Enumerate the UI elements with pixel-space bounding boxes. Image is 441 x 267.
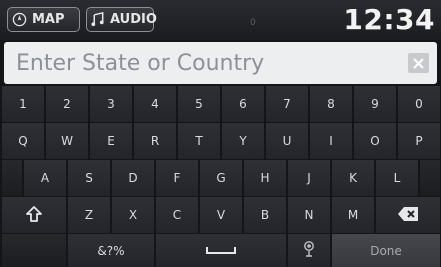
key-o[interactable]: O [354, 123, 396, 159]
key-a[interactable]: A [24, 160, 66, 196]
key-9[interactable]: 9 [354, 86, 396, 122]
backspace-key[interactable] [376, 197, 440, 233]
key-r[interactable]: R [134, 123, 176, 159]
key-6[interactable]: 6 [222, 86, 264, 122]
navigation-keyboard-screen: MAP AUDIO 0 12:34 1 2 3 4 5 6 7 8 9 0 [0, 0, 441, 267]
key-x[interactable]: X [112, 197, 154, 233]
row-spacer-right [420, 160, 440, 196]
search-field [4, 42, 437, 84]
key-j[interactable]: J [288, 160, 330, 196]
key-f[interactable]: F [156, 160, 198, 196]
key-n[interactable]: N [288, 197, 330, 233]
space-key[interactable] [156, 234, 286, 267]
key-0[interactable]: 0 [398, 86, 440, 122]
key-h[interactable]: H [244, 160, 286, 196]
key-l[interactable]: L [376, 160, 418, 196]
done-button[interactable]: Done [332, 234, 440, 267]
key-c[interactable]: C [156, 197, 198, 233]
key-s[interactable]: S [68, 160, 110, 196]
number-row: 1 2 3 4 5 6 7 8 9 0 [0, 86, 441, 122]
key-2[interactable]: 2 [46, 86, 88, 122]
clock: 12:34 [343, 3, 435, 36]
key-p[interactable]: P [398, 123, 440, 159]
audio-button[interactable]: AUDIO [86, 7, 157, 32]
shift-key[interactable] [2, 197, 66, 233]
key-1[interactable]: 1 [2, 86, 44, 122]
music-note-icon [91, 12, 105, 27]
key-b[interactable]: B [244, 197, 286, 233]
status-bar: MAP AUDIO 0 12:34 [0, 0, 441, 40]
key-m[interactable]: M [332, 197, 374, 233]
letter-row-bottom: Z X C V B N M [0, 197, 441, 233]
function-row-spacer [2, 234, 66, 267]
letter-row-top: Q W E R T Y U I O P [0, 123, 441, 159]
map-label: MAP [32, 12, 65, 27]
key-y[interactable]: Y [222, 123, 264, 159]
key-w[interactable]: W [46, 123, 88, 159]
key-z[interactable]: Z [68, 197, 110, 233]
key-3[interactable]: 3 [90, 86, 132, 122]
status-indicator: 0 [250, 18, 256, 28]
backspace-icon [397, 206, 419, 225]
symbols-key[interactable]: &?% [68, 234, 154, 267]
key-u[interactable]: U [266, 123, 308, 159]
key-8[interactable]: 8 [310, 86, 352, 122]
clear-icon[interactable] [408, 53, 429, 73]
row-spacer-left [2, 160, 22, 196]
voice-icon [302, 240, 316, 261]
map-button[interactable]: MAP [7, 7, 80, 32]
key-7[interactable]: 7 [266, 86, 308, 122]
key-e[interactable]: E [90, 123, 132, 159]
function-row: &?% Done [0, 234, 441, 267]
key-5[interactable]: 5 [178, 86, 220, 122]
state-country-input[interactable] [4, 42, 394, 84]
audio-label: AUDIO [110, 12, 157, 27]
key-v[interactable]: V [200, 197, 242, 233]
key-d[interactable]: D [112, 160, 154, 196]
letter-row-middle: A S D F G H J K L [0, 160, 441, 196]
space-bar-icon [205, 244, 237, 258]
key-i[interactable]: I [310, 123, 352, 159]
keyboard: 1 2 3 4 5 6 7 8 9 0 Q W E R T Y U I O P … [0, 86, 441, 267]
voice-key[interactable] [288, 234, 330, 267]
key-t[interactable]: T [178, 123, 220, 159]
shift-arrow-icon [25, 205, 43, 226]
compass-icon [12, 12, 27, 27]
key-g[interactable]: G [200, 160, 242, 196]
key-q[interactable]: Q [2, 123, 44, 159]
key-4[interactable]: 4 [134, 86, 176, 122]
key-k[interactable]: K [332, 160, 374, 196]
